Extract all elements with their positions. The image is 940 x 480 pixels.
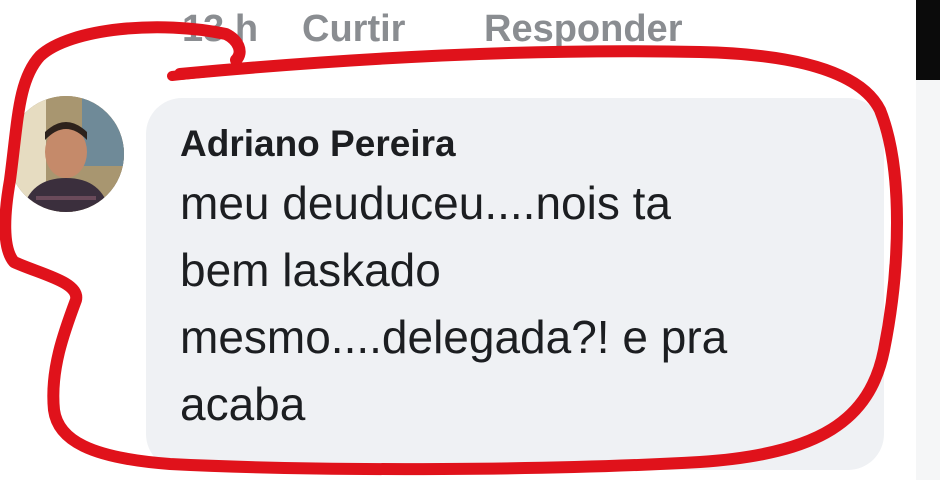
screen-edge xyxy=(916,0,940,80)
comment-text: meu deuduceu....nois ta bem laskado mesm… xyxy=(180,177,728,430)
comment-meta-row: 13 h Curtir Responder xyxy=(182,4,682,54)
avatar[interactable] xyxy=(8,96,124,212)
comment-action-bar: 13 h Curtir Responder xyxy=(0,0,940,62)
profile-photo-icon xyxy=(8,96,124,212)
screen-edge-lower xyxy=(916,80,940,480)
comment-bubble: Adriano Pereira meu deuduceu....nois ta … xyxy=(146,98,884,470)
comment-timestamp[interactable]: 13 h xyxy=(182,8,302,51)
reply-button[interactable]: Responder xyxy=(484,8,682,51)
like-button[interactable]: Curtir xyxy=(302,8,484,51)
comment-author[interactable]: Adriano Pereira xyxy=(180,120,854,168)
comment: Adriano Pereira meu deuduceu....nois ta … xyxy=(0,62,916,480)
